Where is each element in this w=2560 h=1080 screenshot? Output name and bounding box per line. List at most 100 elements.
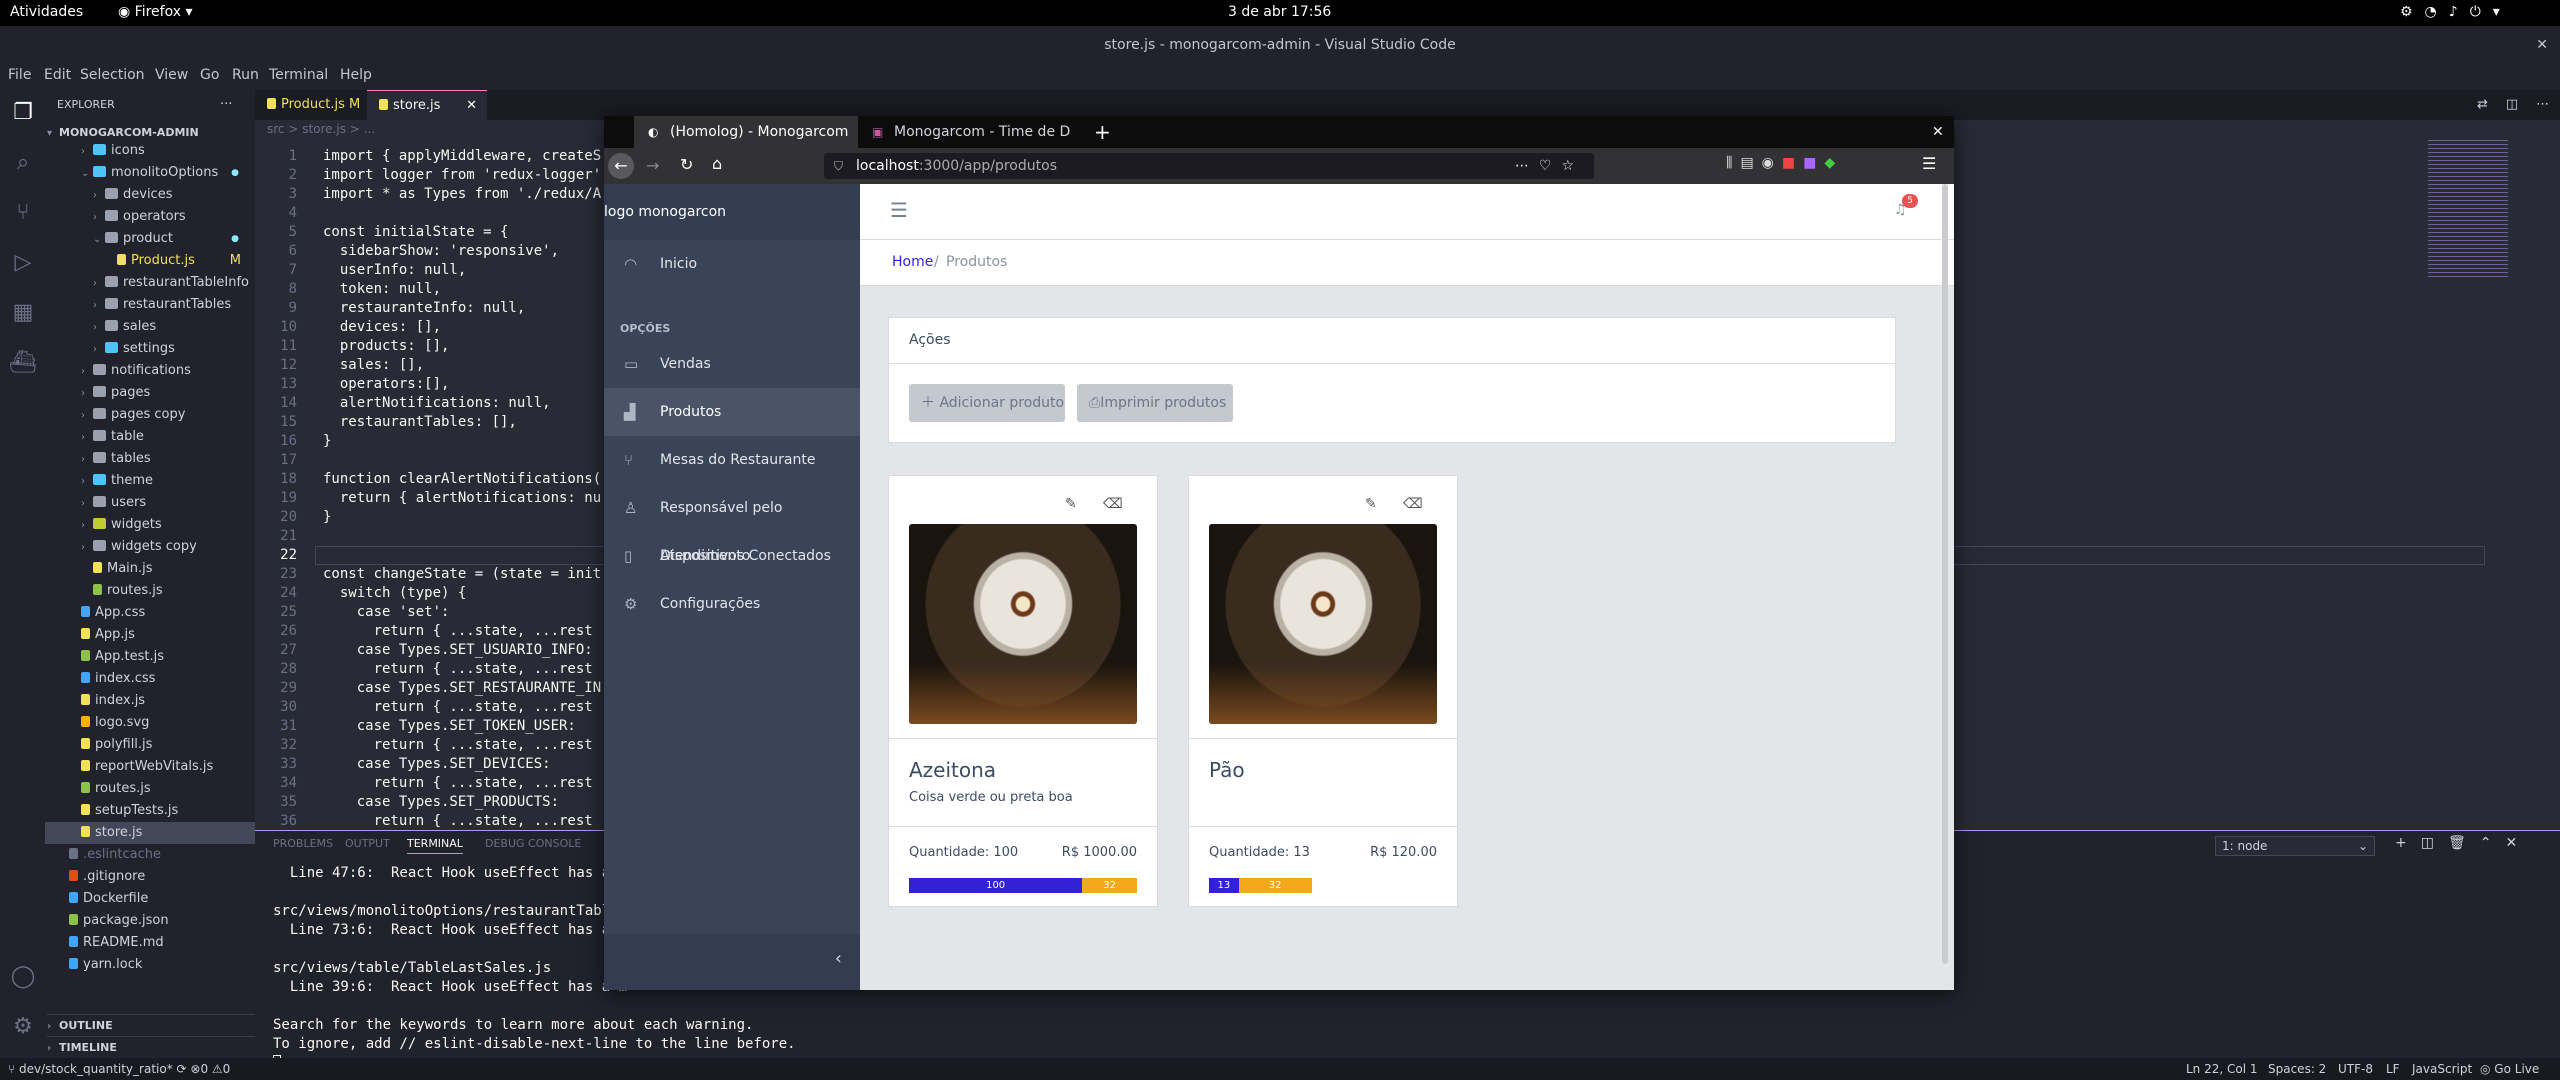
tree-folder[interactable]: › restaurantTableInfo xyxy=(45,272,255,294)
panel-actions[interactable]: +◫🗑⌃✕ xyxy=(2395,835,2531,851)
tree-file[interactable]: yarn.lock xyxy=(45,954,255,976)
panel-tab-terminal[interactable]: TERMINAL xyxy=(407,837,463,854)
home-button[interactable]: ⌂ xyxy=(712,154,722,173)
browser-tab-homolog[interactable]: ◐ (Homolog) - Monogarcom xyxy=(634,116,858,148)
settings-gear-icon[interactable]: ⚙ xyxy=(8,1012,38,1042)
tree-folder[interactable]: › restaurantTables xyxy=(45,294,255,316)
tree-file[interactable]: logo.svg xyxy=(45,712,255,734)
edit-icon[interactable]: ✎ xyxy=(1365,496,1377,512)
tab-store-js[interactable]: store.js ✕ xyxy=(367,90,487,120)
tree-file[interactable]: Main.js xyxy=(45,558,255,580)
activities-button[interactable]: Atividades xyxy=(10,4,83,20)
forward-button[interactable]: → xyxy=(646,156,659,175)
browser-tab-trello[interactable]: ▣ Monogarcom - Time de D xyxy=(858,116,1082,148)
tree-file[interactable]: routes.js xyxy=(45,580,255,602)
tree-file[interactable]: package.json xyxy=(45,910,255,932)
tree-file[interactable]: Product.js M xyxy=(45,250,255,272)
nav-inicio[interactable]: ◠ Inicio xyxy=(604,240,860,288)
system-tray-icons[interactable]: ⚙◔♪⏻▾ xyxy=(2400,4,2512,20)
back-button[interactable]: ← xyxy=(608,153,634,179)
edit-icon[interactable]: ✎ xyxy=(1065,496,1077,512)
close-window-icon[interactable]: ✕ xyxy=(1924,116,1954,148)
menu-edit[interactable]: Edit xyxy=(44,67,71,83)
minimap[interactable] xyxy=(2428,140,2508,280)
tree-folder[interactable]: › settings xyxy=(45,338,255,360)
editor-breadcrumb[interactable]: src > store.js > ... xyxy=(267,122,375,136)
menu-file[interactable]: File xyxy=(8,67,31,83)
explorer-icon[interactable]: ❐ xyxy=(8,98,38,128)
tree-file[interactable]: store.js xyxy=(45,822,255,844)
more-actions-icon[interactable]: ··· xyxy=(220,94,232,116)
go-live-button[interactable]: ◎ Go Live xyxy=(2480,1062,2539,1076)
indentation[interactable]: Spaces: 2 xyxy=(2268,1062,2326,1076)
outline-section[interactable]: › OUTLINE xyxy=(47,1014,257,1036)
hamburger-menu-icon[interactable]: ☰ xyxy=(1922,154,1936,173)
nav-item-responsável[interactable]: ♙ Responsável pelo Atendimento xyxy=(604,484,860,564)
collapse-sidebar-icon[interactable]: ‹ xyxy=(835,948,842,969)
tree-file[interactable]: .gitignore xyxy=(45,866,255,888)
tree-file[interactable]: setupTests.js xyxy=(45,800,255,822)
sidebar-toggle-icon[interactable]: ☰ xyxy=(890,198,908,222)
breadcrumb-home-link[interactable]: Home xyxy=(892,254,933,270)
branch-indicator[interactable]: ⑂ dev/stock_quantity_ratio* ⟳ ⊗0 ⚠0 xyxy=(8,1062,230,1076)
close-tab-icon[interactable]: ✕ xyxy=(466,91,477,121)
tree-folder[interactable]: › users xyxy=(45,492,255,514)
url-bar[interactable]: ⛉ localhost:3000/app/produtos ⋯♡☆ xyxy=(824,153,1594,179)
nav-item-vendas[interactable]: ▭ Vendas xyxy=(604,340,860,388)
menu-run[interactable]: Run xyxy=(232,67,259,83)
tree-folder[interactable]: › widgets xyxy=(45,514,255,536)
scrollbar[interactable] xyxy=(1942,184,1948,964)
add-product-button[interactable]: ＋ Adicionar produto xyxy=(909,384,1065,422)
tree-folder[interactable]: › tables xyxy=(45,448,255,470)
tree-file[interactable]: Dockerfile xyxy=(45,888,255,910)
tree-folder[interactable]: › operators xyxy=(45,206,255,228)
editor-actions[interactable]: ⇄◫⋯ xyxy=(2465,90,2560,120)
run-debug-icon[interactable]: ▷ xyxy=(8,248,38,278)
nav-item-configurações[interactable]: ⚙ Configurações xyxy=(604,580,860,628)
delete-icon[interactable]: ⌫ xyxy=(1103,496,1123,512)
account-icon[interactable]: ◯ xyxy=(8,962,38,992)
tree-file[interactable]: routes.js xyxy=(45,778,255,800)
tree-folder[interactable]: › widgets copy xyxy=(45,536,255,558)
panel-tab-output[interactable]: OUTPUT xyxy=(345,837,390,850)
tree-folder[interactable]: › pages xyxy=(45,382,255,404)
tree-folder[interactable]: › theme xyxy=(45,470,255,492)
menu-selection[interactable]: Selection xyxy=(80,67,145,83)
menu-go[interactable]: Go xyxy=(200,67,219,83)
tree-folder[interactable]: › notifications xyxy=(45,360,255,382)
menu-terminal[interactable]: Terminal xyxy=(269,67,328,83)
firefox-app-menu[interactable]: ◉ Firefox ▾ xyxy=(118,4,193,20)
nav-item-mesas[interactable]: ⑂ Mesas do Restaurante xyxy=(604,436,860,484)
delete-icon[interactable]: ⌫ xyxy=(1403,496,1423,512)
panel-tab-problems[interactable]: PROBLEMS xyxy=(273,837,333,850)
clock[interactable]: 3 de abr 17:56 xyxy=(1228,4,1331,20)
panel-tab-debug-console[interactable]: DEBUG CONSOLE xyxy=(485,837,581,850)
tree-folder[interactable]: › devices xyxy=(45,184,255,206)
tree-file[interactable]: App.css xyxy=(45,602,255,624)
tree-file[interactable]: App.test.js xyxy=(45,646,255,668)
print-products-button[interactable]: ⎙Imprimir produtos xyxy=(1077,384,1233,422)
app-logo[interactable]: logo monogarcon xyxy=(604,184,860,240)
nav-item-produtos[interactable]: ▟ Produtos xyxy=(604,388,860,436)
tree-file[interactable]: index.js xyxy=(45,690,255,712)
tree-folder[interactable]: › table xyxy=(45,426,255,448)
menu-view[interactable]: View xyxy=(155,67,188,83)
encoding[interactable]: UTF-8 xyxy=(2338,1062,2373,1076)
tree-file[interactable]: .eslintcache xyxy=(45,844,255,866)
menu-help[interactable]: Help xyxy=(340,67,372,83)
url-actions-icons[interactable]: ⋯♡☆ xyxy=(1515,153,1584,179)
terminal-select[interactable]: 1: node ⌄ xyxy=(2215,836,2375,856)
tree-folder[interactable]: › sales xyxy=(45,316,255,338)
extensions-icon[interactable]: ▦ xyxy=(8,298,38,328)
reload-button[interactable]: ↻ xyxy=(680,155,693,174)
search-icon[interactable]: ⌕ xyxy=(8,148,38,178)
language-mode[interactable]: JavaScript xyxy=(2412,1062,2472,1076)
source-control-icon[interactable]: ⑂ xyxy=(8,198,38,228)
tree-folder[interactable]: › icons xyxy=(45,140,255,162)
tree-file[interactable]: README.md xyxy=(45,932,255,954)
toolbar-extension-icons[interactable]: ⫼▤◉■■◆ xyxy=(1726,155,1843,171)
tree-file[interactable]: polyfill.js xyxy=(45,734,255,756)
tree-folder[interactable]: ⌄ monolitoOptions ● xyxy=(45,162,255,184)
close-icon[interactable]: ✕ xyxy=(2536,26,2548,64)
timeline-section[interactable]: › TIMELINE xyxy=(47,1036,257,1058)
